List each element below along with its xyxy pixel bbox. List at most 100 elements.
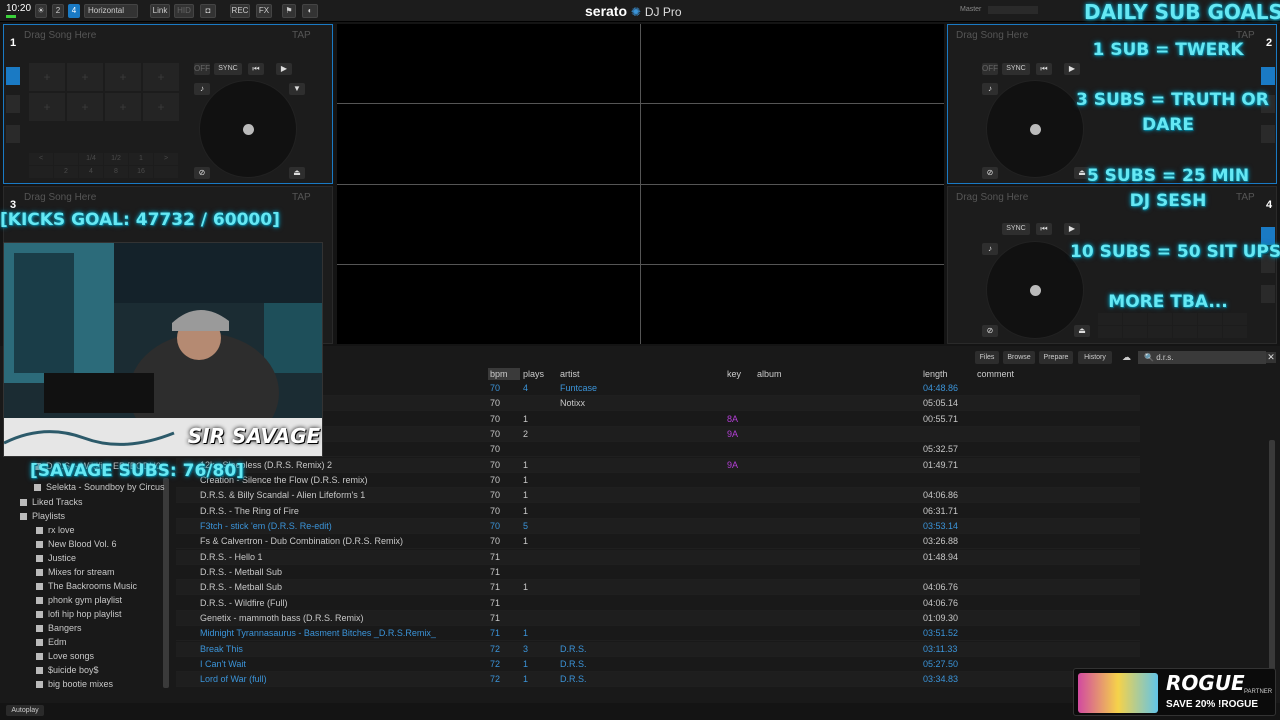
liked-tracks[interactable]: Liked Tracks <box>20 497 83 507</box>
playlist-item[interactable]: big bootie mixes <box>36 679 113 689</box>
note-icon[interactable]: ♪ <box>194 83 210 95</box>
sampler-icon[interactable]: ⚑ <box>282 4 296 18</box>
search-input[interactable]: 🔍 d.r.s. <box>1138 351 1266 364</box>
table-row[interactable]: Lord of War (full) 72 1 D.R.S. 03:34.83 <box>176 672 1140 688</box>
slip-icon[interactable]: ⊘ <box>194 167 210 179</box>
cue-mode-icon[interactable] <box>1261 67 1275 85</box>
playlist-item[interactable]: $uicide boy$ <box>36 665 99 675</box>
autoplay-button[interactable]: Autoplay <box>6 705 44 716</box>
play-button[interactable]: ▶ <box>1064 223 1080 235</box>
col-album[interactable]: album <box>757 368 782 380</box>
hid-button[interactable]: HID <box>174 4 194 18</box>
menu-icon[interactable] <box>6 95 20 113</box>
tab-files[interactable]: Files <box>975 351 999 364</box>
hotcue-pads[interactable]: + + + + + + + + <box>29 63 179 121</box>
slip-icon[interactable]: ⊘ <box>982 167 998 179</box>
table-row[interactable]: D.R.S. - Metball Sub 71 <box>176 565 1140 580</box>
cell-song: Fs & Calvertron - Dub Combination (D.R.S… <box>200 536 404 547</box>
sponsor-code: SAVE 20% !ROGUE <box>1166 699 1259 710</box>
table-row[interactable]: Creation - Silence the Flow (D.R.S. remi… <box>176 473 1140 488</box>
playlist-item[interactable]: Mixes for stream <box>36 567 115 577</box>
col-bpm[interactable]: bpm <box>488 368 520 380</box>
sync-button[interactable]: SYNC <box>1002 63 1030 75</box>
platter[interactable] <box>199 80 297 178</box>
fx-button[interactable]: FX <box>256 4 272 18</box>
col-length[interactable]: length <box>923 368 948 380</box>
cell-length: 05:32.57 <box>923 444 959 455</box>
playlists-folder[interactable]: Playlists <box>20 511 65 521</box>
col-artist[interactable]: artist <box>560 368 580 380</box>
shield-icon[interactable]: ◘ <box>200 4 216 18</box>
slip-icon[interactable]: ⊘ <box>982 325 998 337</box>
tap-button[interactable]: TAP <box>292 30 311 41</box>
play-button[interactable]: ▶ <box>276 63 292 75</box>
col-plays[interactable]: plays <box>523 368 544 380</box>
sync-icon[interactable] <box>1261 125 1275 143</box>
eject-icon[interactable]: ⏏ <box>1074 325 1090 337</box>
deck-1[interactable]: 1 Drag Song Here TAP + + + + + + + + <1/4 1/2 1 > … <box>3 24 333 184</box>
mic-icon[interactable]: ◐ <box>302 4 318 18</box>
playlist-item[interactable]: Love songs <box>36 651 94 661</box>
sync-button[interactable]: SYNC <box>214 63 242 75</box>
table-row[interactable]: I Can't Wait 72 1 D.R.S. 05:27.50 <box>176 657 1140 672</box>
table-row[interactable]: D.R.S. & Billy Scandal - Alien Lifeform'… <box>176 488 1140 504</box>
eject-icon[interactable]: ⏏ <box>289 167 305 179</box>
four-deck-button[interactable]: 4 <box>68 4 80 18</box>
cloud-icon[interactable]: ☁ <box>1122 352 1131 363</box>
playlist-item[interactable]: The Backrooms Music <box>36 581 137 591</box>
clear-search-icon[interactable]: ✕ <box>1266 352 1276 363</box>
table-row[interactable]: 12k - Sleepless (D.R.S. Remix) 2 70 1 9A 01:… <box>176 457 1140 473</box>
playlist-item[interactable]: Justice <box>36 553 76 563</box>
cell-song: D.R.S. - Metball Sub <box>200 566 283 577</box>
cell-song: D.R.S. - Hello 1 <box>200 551 263 562</box>
tab-prepare[interactable]: Prepare <box>1039 351 1073 364</box>
cell-plays: 1 <box>523 628 529 639</box>
sync-icon[interactable] <box>6 125 20 143</box>
table-row[interactable]: F3tch - stick 'em (D.R.S. Re-edit) 70 5 03:… <box>176 518 1140 534</box>
tab-browse[interactable]: Browse <box>1003 351 1035 364</box>
table-row[interactable]: Midnight Tyrannasaurus - Basment Bitches… <box>176 626 1140 642</box>
table-row[interactable]: Fs & Calvertron - Dub Combination (D.R.S… <box>176 534 1140 550</box>
off-toggle[interactable]: OFF <box>982 63 998 75</box>
off-toggle[interactable]: OFF <box>194 63 210 75</box>
playlist-item[interactable]: lofi hip hop playlist <box>36 609 122 619</box>
cell-bpm: 71 <box>490 597 501 608</box>
tap-button[interactable]: TAP <box>292 192 311 203</box>
cell-plays: 1 <box>523 536 529 547</box>
sync-button[interactable]: SYNC <box>1002 223 1030 235</box>
playlist-item[interactable]: rx love <box>36 525 75 535</box>
loop-buttons[interactable] <box>1098 313 1247 338</box>
crate-item[interactable]: Selekta - Soundboy by Circus <box>34 482 165 492</box>
filter-icon[interactable]: ▼ <box>289 83 305 95</box>
rec-button[interactable]: REC <box>230 4 250 18</box>
cue-mode-icon[interactable] <box>6 67 20 85</box>
two-deck-button[interactable]: 2 <box>52 4 64 18</box>
cue-back-button[interactable]: ⏮ <box>1036 223 1052 235</box>
table-row[interactable]: D.R.S. - Metball Sub 71 1 04:06.76 <box>176 580 1140 596</box>
table-row[interactable]: D.R.S. - Wildfire (Full) 71 04:06.76 <box>176 596 1140 611</box>
cue-back-button[interactable]: ⏮ <box>248 63 264 75</box>
sync-icon[interactable] <box>1261 285 1275 303</box>
layout-select[interactable]: Horizontal <box>84 4 138 18</box>
table-row[interactable]: Genetix - mammoth bass (D.R.S. Remix) 71 0… <box>176 610 1140 626</box>
col-key[interactable]: key <box>727 368 741 380</box>
table-row[interactable]: D.R.S. - The Ring of Fire 70 1 06:31.71 <box>176 504 1140 519</box>
link-button[interactable]: Link <box>150 4 170 18</box>
tab-history[interactable]: History <box>1078 351 1112 364</box>
col-comment[interactable]: comment <box>977 368 1014 380</box>
settings-icon[interactable]: ☀ <box>35 4 47 18</box>
table-row[interactable]: Break This 72 3 D.R.S. 03:11.33 <box>176 641 1140 657</box>
play-button[interactable]: ▶ <box>1064 63 1080 75</box>
loop-buttons[interactable]: <1/4 1/2 1 > 2 4 8 16 <box>29 153 178 178</box>
note-icon[interactable]: ♪ <box>982 83 998 95</box>
playlist-item[interactable]: Edm <box>36 637 67 647</box>
note-icon[interactable]: ♪ <box>982 243 998 255</box>
platter[interactable] <box>986 80 1084 178</box>
playlist-item[interactable]: Bangers <box>36 623 82 633</box>
playlist-item[interactable]: phonk gym playlist <box>36 595 122 605</box>
playlist-item[interactable]: New Blood Vol. 6 <box>36 539 117 549</box>
table-row[interactable]: D.R.S. - Hello 1 71 01:48.94 <box>176 549 1140 565</box>
cue-back-button[interactable]: ⏮ <box>1036 63 1052 75</box>
track-list-scrollbar[interactable] <box>1269 440 1275 690</box>
crate-scrollbar[interactable] <box>163 478 169 688</box>
